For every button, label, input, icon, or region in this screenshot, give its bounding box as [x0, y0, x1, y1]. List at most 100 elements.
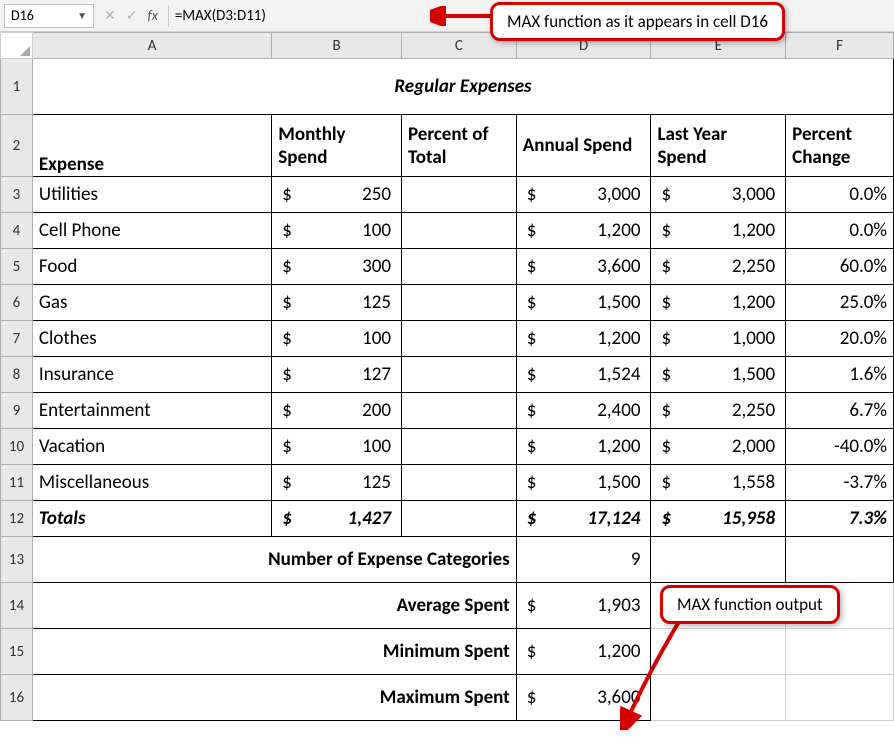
average-label[interactable]: Average Spent [32, 583, 516, 629]
header-annual[interactable]: Annual Spend [516, 115, 651, 177]
percent-total[interactable] [401, 249, 516, 285]
last-year-spend[interactable]: $2,000 [651, 429, 786, 465]
select-all-corner[interactable] [1, 33, 33, 59]
last-year-spend[interactable]: $1,558 [651, 465, 786, 501]
totals-pct-total[interactable] [401, 501, 516, 537]
expense-name[interactable]: Clothes [32, 321, 271, 357]
percent-total[interactable] [401, 465, 516, 501]
row-header-8[interactable]: 8 [1, 357, 33, 393]
annual-spend[interactable]: $3,000 [516, 177, 651, 213]
row-header-14[interactable]: 14 [1, 583, 33, 629]
annual-spend[interactable]: $1,524 [516, 357, 651, 393]
num-categories-value[interactable]: 9 [516, 537, 651, 583]
row-header-11[interactable]: 11 [1, 465, 33, 501]
title-cell[interactable]: Regular Expenses [32, 59, 893, 115]
minimum-value[interactable]: $1,200 [516, 629, 651, 675]
expense-name[interactable]: Insurance [32, 357, 271, 393]
maximum-value[interactable]: $3,600 [516, 675, 651, 721]
row-header-7[interactable]: 7 [1, 321, 33, 357]
minimum-label[interactable]: Minimum Spent [32, 629, 516, 675]
expense-name[interactable]: Vacation [32, 429, 271, 465]
maximum-label[interactable]: Maximum Spent [32, 675, 516, 721]
fx-icon[interactable]: fx [147, 7, 157, 24]
name-box[interactable]: D16 ▼ [4, 4, 94, 28]
annual-spend[interactable]: $1,500 [516, 285, 651, 321]
totals-last[interactable]: $15,958 [651, 501, 786, 537]
expense-name[interactable]: Utilities [32, 177, 271, 213]
average-value[interactable]: $1,903 [516, 583, 651, 629]
col-header-F[interactable]: F [786, 33, 894, 59]
row-header-6[interactable]: 6 [1, 285, 33, 321]
last-year-spend[interactable]: $3,000 [651, 177, 786, 213]
totals-pct-change[interactable]: 7.3% [786, 501, 894, 537]
expense-name[interactable]: Food [32, 249, 271, 285]
expense-name[interactable]: Cell Phone [32, 213, 271, 249]
annual-spend[interactable]: $1,200 [516, 213, 651, 249]
last-year-spend[interactable]: $1,500 [651, 357, 786, 393]
percent-total[interactable] [401, 213, 516, 249]
last-year-spend[interactable]: $1,000 [651, 321, 786, 357]
percent-change[interactable]: -40.0% [786, 429, 894, 465]
monthly-spend[interactable]: $125 [272, 465, 402, 501]
cell-E13[interactable] [651, 537, 786, 583]
header-monthly[interactable]: Monthly Spend [272, 115, 402, 177]
cell-F16[interactable] [786, 675, 894, 721]
monthly-spend[interactable]: $300 [272, 249, 402, 285]
row-header-5[interactable]: 5 [1, 249, 33, 285]
chevron-down-icon[interactable]: ▼ [77, 9, 87, 22]
cancel-icon[interactable]: ✕ [104, 7, 116, 24]
header-last-year[interactable]: Last Year Spend [651, 115, 786, 177]
expense-name[interactable]: Gas [32, 285, 271, 321]
percent-change[interactable]: 6.7% [786, 393, 894, 429]
col-header-A[interactable]: A [32, 33, 271, 59]
row-header-16[interactable]: 16 [1, 675, 33, 721]
percent-change[interactable]: 1.6% [786, 357, 894, 393]
percent-change[interactable]: 20.0% [786, 321, 894, 357]
monthly-spend[interactable]: $100 [272, 321, 402, 357]
row-header-9[interactable]: 9 [1, 393, 33, 429]
monthly-spend[interactable]: $127 [272, 357, 402, 393]
annual-spend[interactable]: $1,500 [516, 465, 651, 501]
annual-spend[interactable]: $2,400 [516, 393, 651, 429]
last-year-spend[interactable]: $2,250 [651, 393, 786, 429]
percent-change[interactable]: 60.0% [786, 249, 894, 285]
row-header-4[interactable]: 4 [1, 213, 33, 249]
annual-spend[interactable]: $3,600 [516, 249, 651, 285]
cell-E16[interactable] [651, 675, 786, 721]
header-percent-change[interactable]: Percent Change [786, 115, 894, 177]
expense-name[interactable]: Miscellaneous [32, 465, 271, 501]
monthly-spend[interactable]: $100 [272, 429, 402, 465]
expense-name[interactable]: Entertainment [32, 393, 271, 429]
header-expense[interactable]: Expense [32, 115, 271, 177]
totals-monthly[interactable]: $1,427 [272, 501, 402, 537]
row-header-12[interactable]: 12 [1, 501, 33, 537]
percent-change[interactable]: 0.0% [786, 213, 894, 249]
formula-input[interactable]: =MAX(D3:D11) [169, 7, 272, 25]
header-percent-total[interactable]: Percent of Total [401, 115, 516, 177]
cell-F13[interactable] [786, 537, 894, 583]
num-categories-label[interactable]: Number of Expense Categories [32, 537, 516, 583]
cell-F15[interactable] [786, 629, 894, 675]
percent-total[interactable] [401, 429, 516, 465]
annual-spend[interactable]: $1,200 [516, 429, 651, 465]
percent-total[interactable] [401, 357, 516, 393]
last-year-spend[interactable]: $1,200 [651, 285, 786, 321]
cell-E15[interactable] [651, 629, 786, 675]
percent-total[interactable] [401, 321, 516, 357]
row-header-2[interactable]: 2 [1, 115, 33, 177]
last-year-spend[interactable]: $2,250 [651, 249, 786, 285]
monthly-spend[interactable]: $100 [272, 213, 402, 249]
row-header-1[interactable]: 1 [1, 59, 33, 115]
row-header-13[interactable]: 13 [1, 537, 33, 583]
monthly-spend[interactable]: $250 [272, 177, 402, 213]
annual-spend[interactable]: $1,200 [516, 321, 651, 357]
percent-change[interactable]: -3.7% [786, 465, 894, 501]
last-year-spend[interactable]: $1,200 [651, 213, 786, 249]
percent-change[interactable]: 25.0% [786, 285, 894, 321]
percent-total[interactable] [401, 177, 516, 213]
totals-label[interactable]: Totals [32, 501, 271, 537]
totals-annual[interactable]: $17,124 [516, 501, 651, 537]
percent-total[interactable] [401, 285, 516, 321]
confirm-icon[interactable]: ✓ [126, 7, 138, 24]
monthly-spend[interactable]: $125 [272, 285, 402, 321]
